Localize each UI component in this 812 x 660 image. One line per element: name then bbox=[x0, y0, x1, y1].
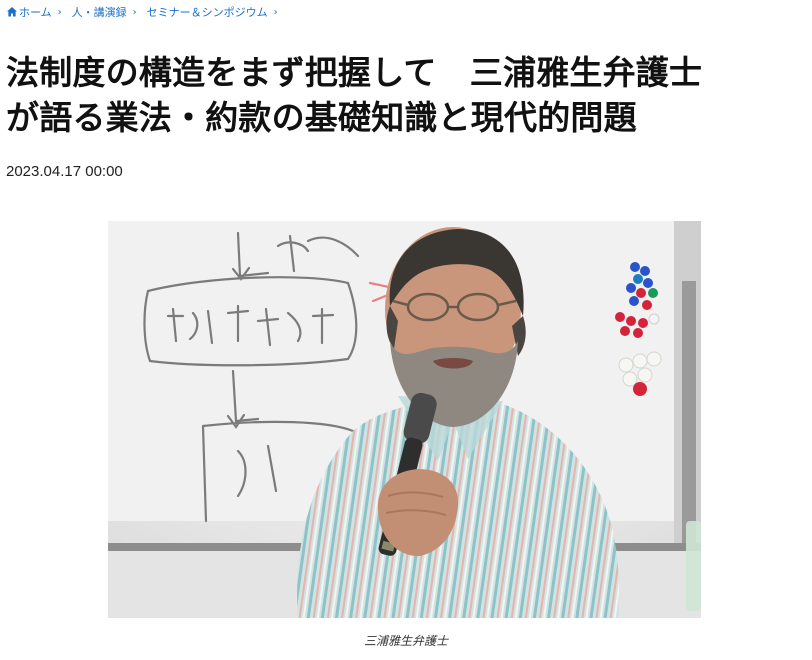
article-title-line2: が語る業法・約款の基礎知識と現代的問題 bbox=[6, 98, 637, 137]
article-title: 法制度の構造をまず把握して 三浦雅生弁護士 が語る業法・約款の基礎知識と現代的問… bbox=[6, 50, 806, 140]
photo-caption: 三浦雅生弁護士 bbox=[363, 634, 448, 648]
home-icon bbox=[7, 7, 17, 17]
breadcrumb-separator: › bbox=[57, 6, 62, 18]
breadcrumb-seminar-link[interactable]: セミナー＆シンポジウム bbox=[147, 4, 268, 20]
article-photo bbox=[108, 221, 701, 618]
photo-illustration bbox=[108, 221, 701, 618]
breadcrumb-home-link[interactable]: ホーム bbox=[6, 4, 52, 20]
breadcrumb-home-label: ホーム bbox=[19, 6, 52, 19]
breadcrumb-people-link[interactable]: 人・講演録 bbox=[72, 4, 127, 20]
breadcrumb-separator: › bbox=[132, 6, 137, 18]
breadcrumb: ホーム › 人・講演録 › セミナー＆シンポジウム › bbox=[6, 4, 288, 20]
publish-date: 2023.04.17 00:00 bbox=[6, 163, 123, 180]
article-title-line1: 法制度の構造をまず把握して 三浦雅生弁護士 bbox=[6, 53, 703, 92]
breadcrumb-separator: › bbox=[273, 6, 278, 18]
